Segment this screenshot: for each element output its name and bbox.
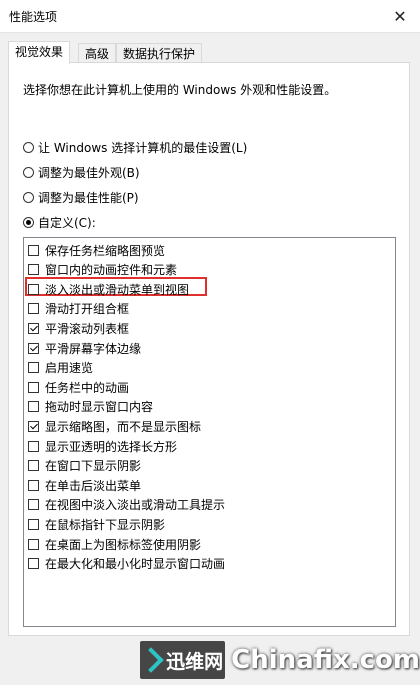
list-item[interactable]: 在视图中淡入淡出或滑动工具提示 bbox=[28, 496, 225, 514]
list-item[interactable]: 在窗口下显示阴影 bbox=[28, 457, 141, 475]
checkbox[interactable] bbox=[28, 244, 39, 256]
list-item-label: 淡入淡出或滑动菜单到视图 bbox=[45, 282, 190, 297]
radio-label: 调整为最佳外观(B) bbox=[38, 165, 140, 180]
radio-button[interactable] bbox=[23, 166, 34, 178]
checkbox[interactable] bbox=[28, 499, 39, 511]
list-item[interactable]: 在桌面上为图标标签使用阴影 bbox=[28, 535, 201, 553]
list-item-label: 拖动时显示窗口内容 bbox=[45, 400, 154, 415]
visual-effects-panel: 选择你想在此计算机上使用的 Windows 外观和性能设置。 让 Windows… bbox=[8, 62, 410, 636]
list-item[interactable]: 拖动时显示窗口内容 bbox=[28, 398, 153, 416]
watermark-site-text: Chinafix.com bbox=[231, 645, 420, 675]
window-title: 性能选项 bbox=[9, 10, 58, 24]
close-icon: ✕ bbox=[393, 6, 407, 26]
list-item[interactable]: 滑动打开组合框 bbox=[28, 300, 129, 318]
radio-best-performance[interactable]: 调整为最佳性能(P) bbox=[23, 188, 139, 206]
list-item[interactable]: 平滑滚动列表框 bbox=[28, 319, 129, 337]
radio-let-windows-choose[interactable]: 让 Windows 选择计算机的最佳设置(L) bbox=[23, 138, 247, 156]
checkbox[interactable] bbox=[28, 303, 39, 315]
list-item[interactable]: 在鼠标指针下显示阴影 bbox=[28, 515, 165, 533]
checkbox[interactable] bbox=[28, 538, 39, 550]
checkbox[interactable] bbox=[28, 401, 39, 413]
radio-button[interactable] bbox=[23, 216, 34, 228]
list-item[interactable]: 平滑屏幕字体边缘 bbox=[28, 339, 141, 357]
radio-button[interactable] bbox=[23, 191, 34, 203]
tab-advanced[interactable]: 高级 bbox=[78, 43, 117, 63]
checkbox[interactable] bbox=[28, 264, 39, 276]
checkbox[interactable] bbox=[28, 362, 39, 374]
close-button[interactable]: ✕ bbox=[380, 0, 420, 32]
list-item[interactable]: 启用速览 bbox=[28, 359, 93, 377]
checkbox[interactable] bbox=[28, 460, 39, 472]
title-bar: 性能选项 ✕ bbox=[0, 0, 420, 33]
tab-visual-effects[interactable]: 视觉效果 bbox=[8, 41, 71, 64]
arrow-logo-icon bbox=[138, 647, 164, 673]
radio-label: 自定义(C): bbox=[38, 215, 96, 230]
list-item-label: 在桌面上为图标标签使用阴影 bbox=[45, 537, 202, 552]
watermark: 迅维网 Chinafix.com bbox=[138, 640, 420, 680]
checkbox[interactable] bbox=[28, 322, 39, 334]
list-item-label: 滑动打开组合框 bbox=[45, 302, 130, 317]
checkbox[interactable] bbox=[28, 558, 39, 570]
list-item-label: 在单击后淡出菜单 bbox=[45, 478, 142, 493]
custom-options-list[interactable]: 保存任务栏缩略图预览 窗口内的动画控件和元素 淡入淡出或滑动菜单到视图 滑动打开组合框… bbox=[23, 237, 396, 627]
list-item[interactable]: 淡入淡出或滑动菜单到视图 bbox=[28, 280, 189, 298]
list-item-label: 显示亚透明的选择长方形 bbox=[45, 439, 178, 454]
radio-custom[interactable]: 自定义(C): bbox=[23, 213, 96, 231]
tab-dep[interactable]: 数据执行保护 bbox=[116, 43, 203, 63]
radio-button[interactable] bbox=[23, 141, 34, 153]
list-item-label: 保存任务栏缩略图预览 bbox=[45, 243, 166, 258]
watermark-logo: 迅维网 bbox=[138, 641, 226, 679]
list-item[interactable]: 窗口内的动画控件和元素 bbox=[28, 261, 177, 279]
list-item-label: 任务栏中的动画 bbox=[45, 380, 130, 395]
checkbox[interactable] bbox=[28, 440, 39, 452]
list-item-label: 平滑滚动列表框 bbox=[45, 321, 130, 336]
list-item[interactable]: 显示亚透明的选择长方形 bbox=[28, 437, 177, 455]
list-item-label: 在窗口下显示阴影 bbox=[45, 459, 142, 474]
checkbox[interactable] bbox=[28, 518, 39, 530]
panel-description: 选择你想在此计算机上使用的 Windows 外观和性能设置。 bbox=[23, 83, 337, 97]
checkbox[interactable] bbox=[28, 479, 39, 491]
list-item[interactable]: 保存任务栏缩略图预览 bbox=[28, 241, 165, 259]
radio-label: 让 Windows 选择计算机的最佳设置(L) bbox=[38, 140, 248, 155]
list-item[interactable]: 任务栏中的动画 bbox=[28, 378, 129, 396]
list-item-label: 显示缩略图，而不是显示图标 bbox=[45, 419, 202, 434]
watermark-logo-text: 迅维网 bbox=[166, 650, 224, 673]
list-item-label: 在鼠标指针下显示阴影 bbox=[45, 517, 166, 532]
radio-best-appearance[interactable]: 调整为最佳外观(B) bbox=[23, 163, 140, 181]
list-item[interactable]: 在最大化和最小化时显示窗口动画 bbox=[28, 555, 225, 573]
checkbox[interactable] bbox=[28, 342, 39, 354]
list-item-label: 在视图中淡入淡出或滑动工具提示 bbox=[45, 498, 226, 513]
checkbox[interactable] bbox=[28, 283, 39, 295]
list-item-label: 启用速览 bbox=[45, 361, 94, 376]
list-item[interactable]: 显示缩略图，而不是显示图标 bbox=[28, 417, 201, 435]
list-item-label: 平滑屏幕字体边缘 bbox=[45, 341, 142, 356]
radio-label: 调整为最佳性能(P) bbox=[38, 190, 139, 205]
list-item[interactable]: 在单击后淡出菜单 bbox=[28, 476, 141, 494]
checkbox[interactable] bbox=[28, 420, 39, 432]
list-item-label: 窗口内的动画控件和元素 bbox=[45, 263, 178, 278]
checkbox[interactable] bbox=[28, 381, 39, 393]
list-item-label: 在最大化和最小化时显示窗口动画 bbox=[45, 557, 226, 572]
